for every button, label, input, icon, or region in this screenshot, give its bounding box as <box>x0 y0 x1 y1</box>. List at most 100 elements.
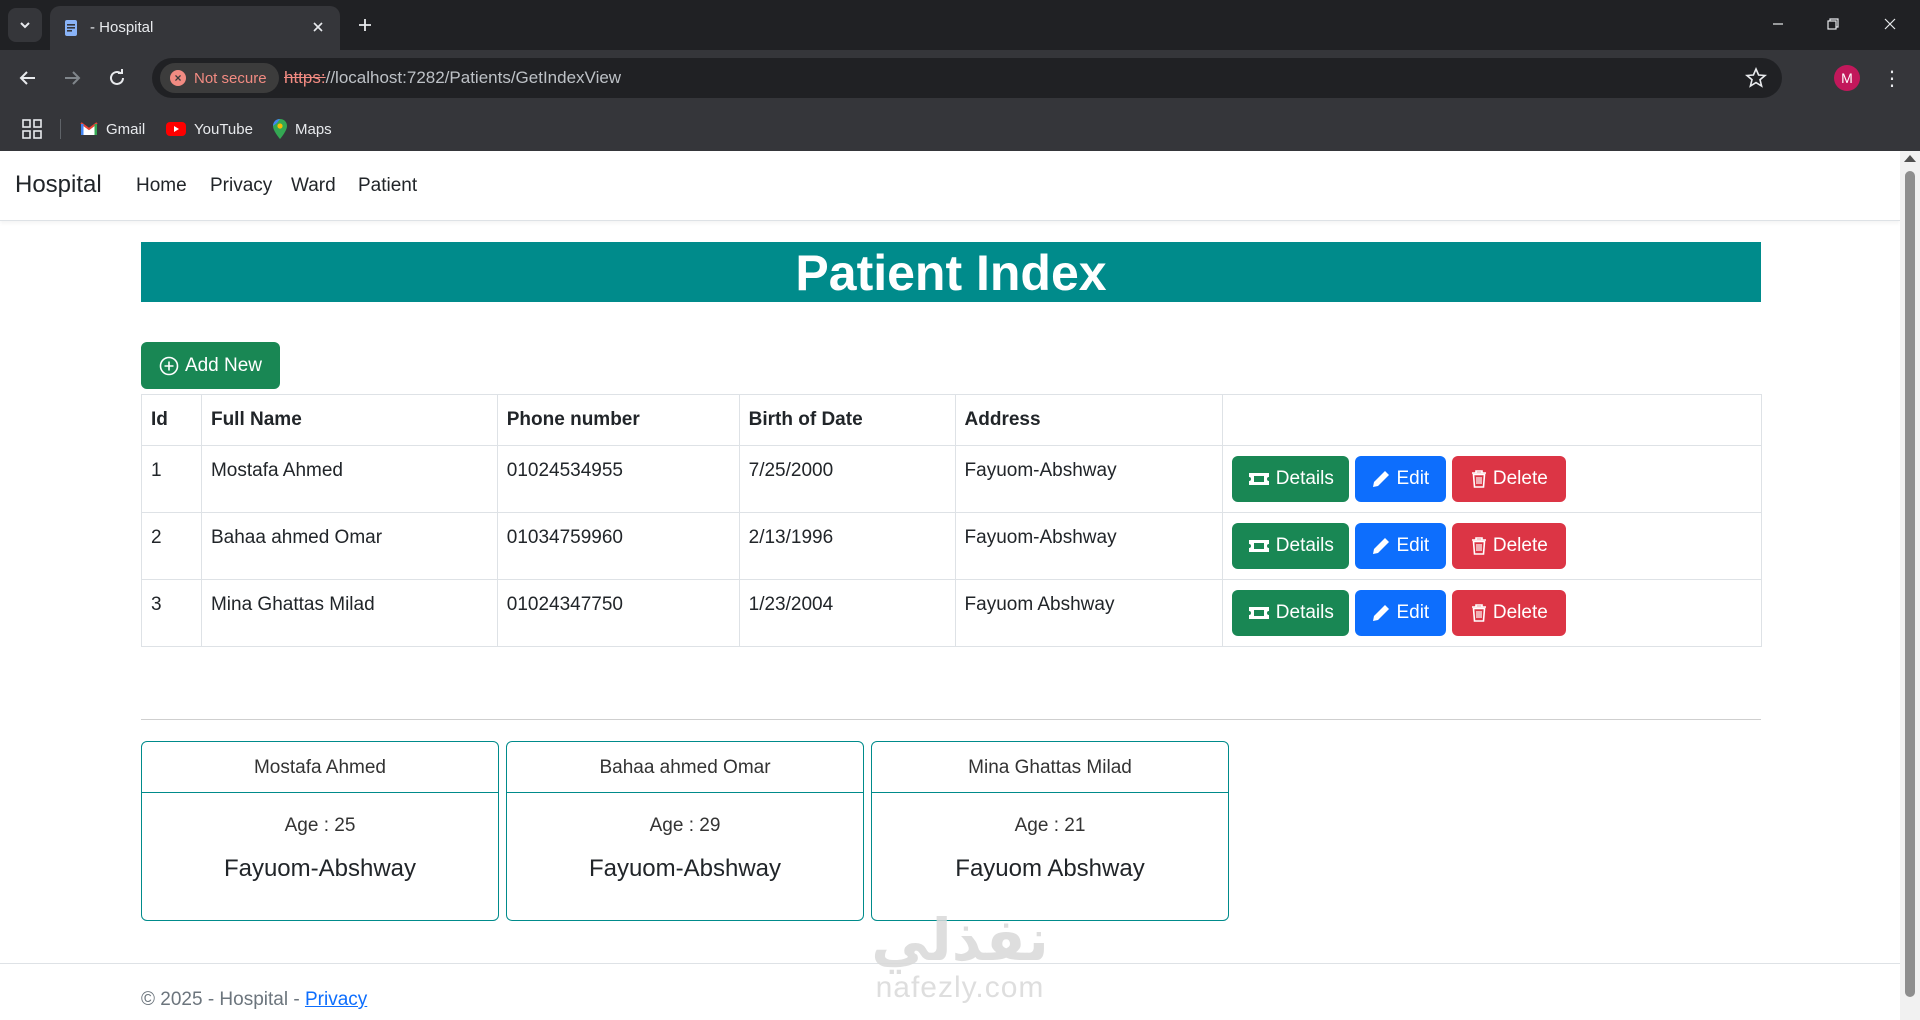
cell-phone: 01024534955 <box>496 445 740 513</box>
delete-button[interactable]: Delete <box>1452 456 1567 502</box>
ticket-icon <box>1248 473 1269 485</box>
close-window-button[interactable] <box>1870 8 1910 40</box>
youtube-icon <box>166 122 186 136</box>
url-text[interactable]: https://localhost:7282/Patients/GetIndex… <box>284 68 621 88</box>
trash-icon <box>1471 470 1486 488</box>
back-button[interactable] <box>12 62 44 94</box>
close-icon <box>1884 18 1896 30</box>
bookmark-star-icon[interactable] <box>1744 66 1768 90</box>
cell-id: 1 <box>141 445 202 513</box>
footer-copyright: © 2025 - Hospital - <box>141 989 305 1010</box>
patient-card: Bahaa ahmed Omar Age : 29 Fayuom-Abshway <box>506 741 864 921</box>
restore-button[interactable] <box>1813 8 1853 40</box>
card-patient-address: Fayuom Abshway <box>955 855 1145 882</box>
delete-label: Delete <box>1492 602 1548 623</box>
tab-strip: - Hospital <box>0 0 1920 50</box>
bookmarks-separator <box>60 119 61 139</box>
table-row: 1 Mostafa Ahmed 01024534955 7/25/2000 Fa… <box>141 445 1762 513</box>
footer-privacy-link[interactable]: Privacy <box>305 989 367 1010</box>
page-viewport: Hospital Home Privacy Ward Patient Patie… <box>0 151 1900 1020</box>
scrollbar-thumb[interactable] <box>1905 171 1915 997</box>
card-patient-name: Bahaa ahmed Omar <box>507 742 863 793</box>
tab-title: - Hospital <box>90 19 154 36</box>
reload-icon <box>110 69 124 85</box>
delete-label: Delete <box>1492 535 1548 556</box>
edit-button[interactable]: Edit <box>1355 590 1447 636</box>
column-header-full-name: Full Name <box>200 394 498 446</box>
details-button[interactable]: Details <box>1232 456 1350 502</box>
patients-table: Id Full Name Phone number Birth of Date … <box>141 394 1762 647</box>
tab-close-icon[interactable] <box>306 15 330 39</box>
new-tab-button[interactable] <box>352 12 378 38</box>
profile-avatar[interactable]: M <box>1834 65 1860 91</box>
edit-label: Edit <box>1396 468 1430 489</box>
column-header-id: Id <box>141 394 202 446</box>
navbar-brand[interactable]: Hospital <box>15 171 102 199</box>
edit-label: Edit <box>1396 535 1430 556</box>
cell-id: 2 <box>141 512 202 580</box>
apps-grid-icon[interactable] <box>20 117 44 141</box>
card-patient-address: Fayuom-Abshway <box>223 855 417 882</box>
card-patient-address: Fayuom-Abshway <box>588 855 782 882</box>
card-patient-age: Age : 29 <box>649 815 721 836</box>
browser-menu-icon[interactable]: ⋮ <box>1880 64 1904 92</box>
active-tab[interactable]: - Hospital <box>50 6 340 50</box>
bookmark-youtube[interactable]: YouTube <box>166 118 253 140</box>
pencil-icon <box>1373 605 1390 621</box>
details-label: Details <box>1275 602 1334 623</box>
nav-link-patient[interactable]: Patient <box>358 175 417 197</box>
bookmark-maps[interactable]: Maps <box>273 118 332 140</box>
reload-button[interactable] <box>101 62 133 94</box>
forward-button[interactable] <box>56 62 88 94</box>
add-new-button[interactable]: Add New <box>141 342 280 389</box>
site-navbar: Hospital Home Privacy Ward Patient <box>0 151 1900 221</box>
add-new-label: Add New <box>184 354 263 376</box>
chevron-down-icon <box>20 22 30 29</box>
details-label: Details <box>1275 468 1334 489</box>
cell-actions: Details Edit Delete <box>1222 445 1762 513</box>
minimize-button[interactable] <box>1758 8 1798 40</box>
nav-link-privacy[interactable]: Privacy <box>210 175 272 197</box>
back-arrow-icon <box>19 71 35 85</box>
delete-label: Delete <box>1492 468 1548 489</box>
delete-button[interactable]: Delete <box>1452 590 1567 636</box>
ticket-icon <box>1248 607 1269 619</box>
pencil-icon <box>1373 471 1390 487</box>
table-row: 3 Mina Ghattas Milad 01024347750 1/23/20… <box>141 579 1762 647</box>
page-footer: © 2025 - Hospital - Privacy <box>141 989 367 1011</box>
url-path: //localhost:7282/Patients/GetIndexView <box>325 68 622 87</box>
nav-link-ward[interactable]: Ward <box>291 175 336 197</box>
page-favicon-icon <box>65 20 77 36</box>
bookmark-label: YouTube <box>194 120 253 138</box>
watermark-latin: nafezly.com <box>875 971 1045 1004</box>
table-row: 2 Bahaa ahmed Omar 01034759960 2/13/1996… <box>141 512 1762 580</box>
browser-chrome: - Hospital × Not secure https://localhos… <box>0 0 1920 151</box>
address-bar[interactable]: × Not secure https://localhost:7282/Pati… <box>152 58 1782 98</box>
security-chip[interactable]: × Not secure <box>160 63 279 93</box>
browser-toolbar: × Not secure https://localhost:7282/Pati… <box>0 50 1920 107</box>
plus-circle-icon <box>159 356 179 375</box>
plus-icon <box>359 19 371 31</box>
delete-button[interactable]: Delete <box>1452 523 1567 569</box>
card-patient-name: Mostafa Ahmed <box>142 742 498 793</box>
cell-address: Fayuom-Abshway <box>954 512 1224 580</box>
page-title: Patient Index <box>141 242 1761 302</box>
column-header-address: Address <box>954 394 1224 446</box>
card-patient-age: Age : 21 <box>1014 815 1086 836</box>
forward-arrow-icon <box>65 71 81 85</box>
cell-birth-date: 1/23/2004 <box>738 579 956 647</box>
bookmark-gmail[interactable]: Gmail <box>80 118 145 140</box>
edit-button[interactable]: Edit <box>1355 456 1447 502</box>
tab-search-button[interactable] <box>8 8 42 42</box>
cell-birth-date: 7/25/2000 <box>738 445 956 513</box>
details-button[interactable]: Details <box>1232 590 1350 636</box>
section-divider <box>141 719 1761 720</box>
edit-button[interactable]: Edit <box>1355 523 1447 569</box>
bookmark-label: Maps <box>295 120 332 138</box>
table-header-row: Id Full Name Phone number Birth of Date … <box>141 394 1762 446</box>
nav-link-home[interactable]: Home <box>136 175 187 197</box>
cell-full-name: Mostafa Ahmed <box>200 445 498 513</box>
page-scrollbar[interactable] <box>1900 151 1920 1020</box>
scroll-up-arrow-icon[interactable] <box>1904 155 1916 162</box>
details-button[interactable]: Details <box>1232 523 1350 569</box>
